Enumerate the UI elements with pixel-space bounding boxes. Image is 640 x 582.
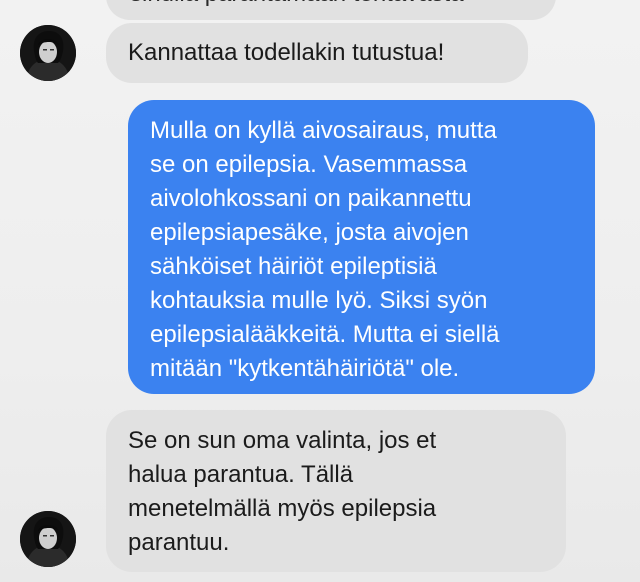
- message-line: halua parantua. Tällä: [128, 461, 354, 488]
- message-text: Kannattaa todellakin tutustua!: [128, 39, 445, 66]
- message-text: sinulla parantamaan tehtävästä: [130, 0, 532, 11]
- message-line: parantuu.: [128, 529, 230, 556]
- message-line: se on epilepsia. Vasemmassa: [150, 151, 468, 178]
- message-line: menetelmällä myös epilepsia: [128, 495, 437, 522]
- message-line: epilepsialääkkeitä. Mutta ei siellä: [150, 321, 500, 348]
- message-line: Mulla on kyllä aivosairaus, mutta: [150, 117, 497, 144]
- message-bubble-outgoing: Mulla on kyllä aivosairaus, mutta se on …: [128, 100, 595, 394]
- chat-thread: sinulla parantamaan tehtävästä Kannattaa…: [0, 0, 640, 582]
- avatar[interactable]: [20, 511, 76, 567]
- avatar-photo: [20, 25, 76, 81]
- message-bubble-incoming: Kannattaa todellakin tutustua!: [106, 23, 528, 83]
- message-line: sähköiset häiriöt epileptisiä: [150, 253, 437, 280]
- message-line: aivolohkossani on paikannettu: [150, 185, 472, 212]
- message-bubble-incoming: Se on sun oma valinta, jos et halua para…: [106, 410, 566, 572]
- avatar-photo: [20, 511, 76, 567]
- message-line: kohtauksia mulle lyö. Siksi syön: [150, 287, 488, 314]
- message-line: epilepsiapesäke, josta aivojen: [150, 219, 469, 246]
- message-line: Se on sun oma valinta, jos et: [128, 427, 437, 454]
- message-line: mitään "kytkentähäiriötä" ole.: [150, 355, 460, 382]
- message-bubble-incoming: sinulla parantamaan tehtävästä: [106, 0, 556, 20]
- avatar[interactable]: [20, 25, 76, 81]
